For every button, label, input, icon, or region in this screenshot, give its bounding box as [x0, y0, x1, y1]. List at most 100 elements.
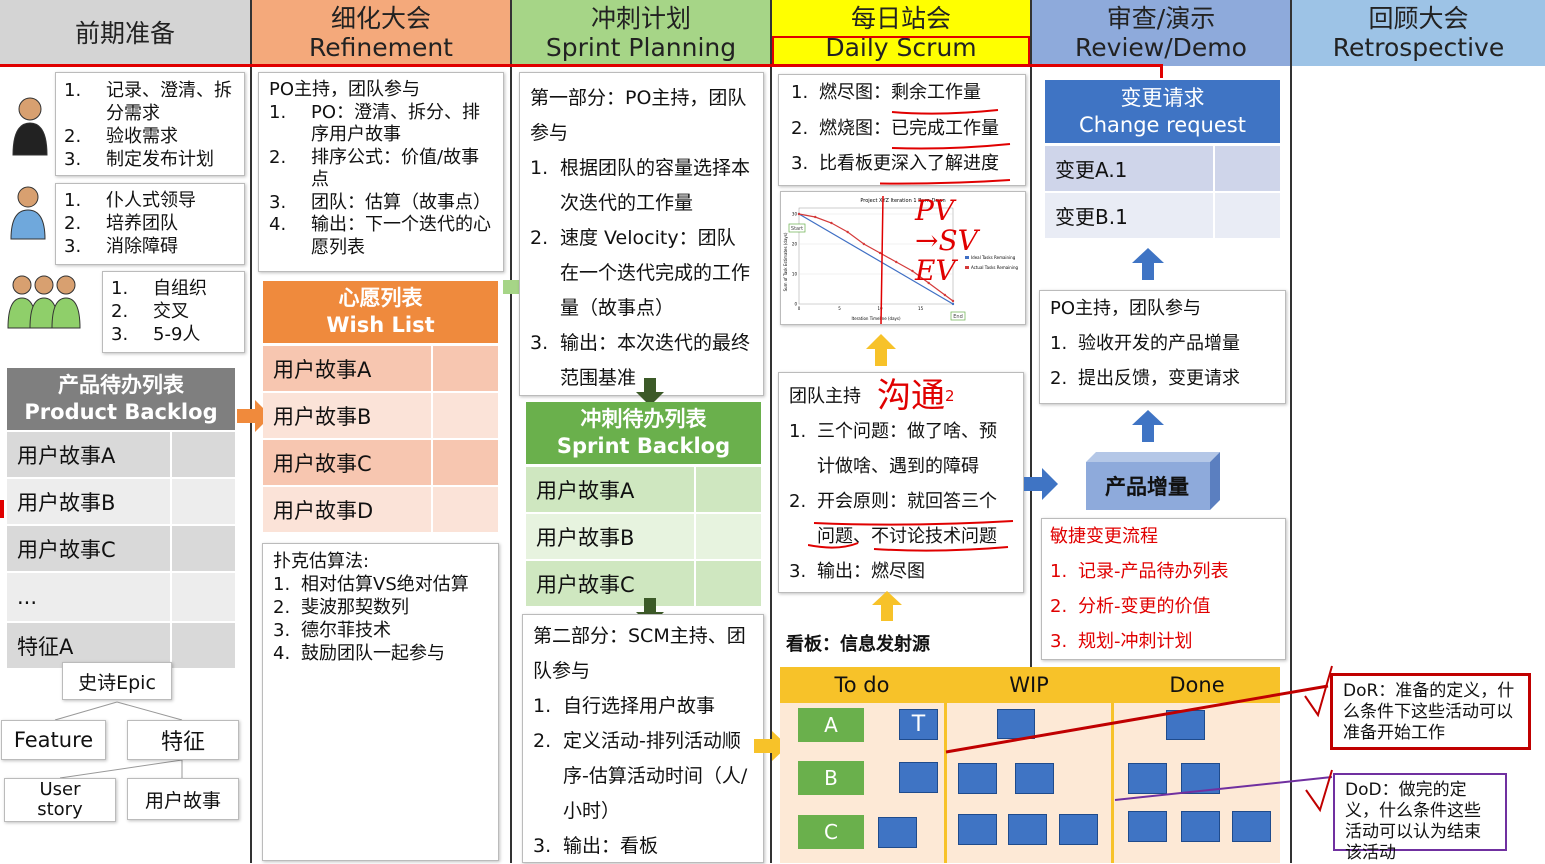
user-story-en-box: User story [4, 778, 116, 822]
list-item: 培养团队 [106, 213, 178, 234]
kanban-task [878, 817, 917, 848]
red-line [0, 64, 1162, 67]
arrow-up-icon [1132, 410, 1164, 442]
chart-xlabel: Iteration Timeline (days) [851, 316, 901, 321]
header-review: 审查/演示 Review/Demo [1032, 0, 1290, 66]
list-item: 鼓励团队一起参与 [301, 643, 445, 664]
header-zh: 细化大会 [330, 4, 431, 33]
kanban-card-a: A [798, 708, 864, 742]
team-roles-box: 1. 自组织 2. 交叉 3. 5-9人 [102, 271, 245, 353]
list-item: 相对估算VS绝对估算 [301, 574, 469, 595]
data-point [943, 293, 947, 297]
list-item: 排序公式：价值/故事点 [311, 146, 480, 191]
poker-box: 扑克估算法: 1. 相对估算VS绝对估算 2. 斐波那契数列 3. 德尔菲技术 4. 鼓… [262, 543, 499, 861]
red-mark [0, 500, 4, 518]
review-box: PO主持，团队参与 1. 验收开发的产品增量 2. 提出反馈，变更请求 [1039, 290, 1286, 404]
backlog-cell [172, 479, 235, 524]
handwritten-goutong: 沟通 [877, 376, 945, 416]
daily-scrum-red-frame [772, 36, 1030, 64]
x-tick-label: 10 [878, 306, 884, 311]
change-item: 变更A.1 [1045, 146, 1213, 191]
data-point [846, 230, 849, 234]
wish-list-title: 心愿列表 Wish List [263, 281, 498, 343]
change-request-title: 变更请求 Change request [1045, 80, 1280, 143]
epic-box: 史诗Epic [62, 662, 172, 700]
wish-item: 用户故事A [263, 346, 431, 391]
arrow-right-icon [1024, 468, 1058, 500]
data-point [951, 299, 955, 303]
kanban-col-todo: To do [780, 667, 944, 703]
list-item: 输出：看板 [563, 835, 659, 857]
sprint-item: 用户故事C [526, 561, 694, 606]
sprint-backlog-title: 冲刺待办列表 Sprint Backlog [526, 402, 761, 464]
sprint-cell [696, 514, 761, 559]
header-zh: 回顾大会 [1368, 4, 1469, 33]
header-en: Refinement [309, 33, 453, 62]
chart-ylabel: Sum of Task Estimates (days) [783, 232, 788, 291]
team-icon [7, 275, 81, 329]
wish-item: 用户故事D [263, 487, 431, 532]
wish-item: 用户故事B [263, 393, 431, 438]
list-item: 速度 Velocity：团队在一个迭代完成的工作量（故事点） [560, 227, 751, 319]
list-item: 验收需求 [106, 126, 178, 147]
arrow-up-icon [866, 334, 896, 366]
user-story-zh-box: 用户故事 [127, 778, 239, 820]
handwritten-pv-sv: PV →SV EV [915, 194, 978, 287]
sprint-cell [696, 467, 761, 512]
refinement-box: PO主持，团队参与 1. PO：澄清、拆分、排序用户故事 2. 排序公式：价值/故事… [258, 72, 504, 272]
legend-swatch [965, 266, 969, 269]
part1-head: 第一部分：PO主持，团队参与 [530, 87, 747, 144]
title-en: Wish List [326, 313, 435, 337]
backlog-cell [172, 526, 235, 571]
data-point [895, 260, 898, 264]
sprint-item: 用户故事A [526, 467, 694, 512]
list-item: 提出反馈，变更请求 [1078, 368, 1240, 389]
red-line [1160, 64, 1163, 78]
backlog-item: 用户故事C [7, 526, 170, 571]
column-divider [510, 0, 512, 863]
backlog-cell [172, 623, 235, 668]
change-item: 变更B.1 [1045, 193, 1213, 238]
list-item: 制定发布计划 [106, 149, 214, 170]
list-item: 自组织 [153, 278, 207, 299]
flow-head: 敏捷变更流程 [1050, 526, 1158, 547]
list-item: 输出：下一个迭代的心愿列表 [311, 214, 491, 258]
dor-box: DoR：准备的定义，什么条件下这些活动可以准备开始工作 [1330, 673, 1531, 750]
sprint-item: 用户故事B [526, 514, 694, 559]
list-item: 规划-冲刺计划 [1078, 631, 1193, 652]
sm-roles-box: 1. 仆人式领导 2. 培养团队 3. 消除障碍 [55, 183, 245, 265]
kanban-label: 看板：信息发射源 [786, 634, 930, 655]
list-item: 记录-产品待办列表 [1078, 561, 1229, 582]
data-point [814, 215, 817, 219]
data-point [830, 221, 833, 225]
wish-cell [433, 487, 498, 532]
handwriting-underline [808, 520, 1014, 552]
po-roles-box: 1. 记录、澄清、拆分需求 2. 验收需求 3. 制定发布计划 [55, 72, 245, 176]
kanban-card-c: C [798, 815, 864, 849]
x-tick-label: 5 [838, 306, 841, 311]
y-tick-label: 20 [792, 242, 798, 247]
dod-box: DoD：做完的定义，什么条件这些活动可以认为结束该活动 [1333, 773, 1507, 863]
part2-head: 第二部分：SCM主持、团队参与 [533, 625, 746, 682]
list-item: 输出：燃尽图 [817, 561, 925, 582]
header-prep: 前期准备 [0, 0, 250, 66]
list-item: 德尔菲技术 [301, 620, 391, 641]
header-zh: 每日站会 [850, 4, 951, 33]
header-zh: 前期准备 [74, 18, 175, 48]
change-cell [1215, 146, 1280, 191]
sprint-cell [696, 561, 761, 606]
list-item: 交叉 [153, 301, 189, 322]
backlog-item: ... [7, 573, 170, 621]
backlog-item: 用户故事B [7, 479, 170, 524]
list-item: 斐波那契数列 [301, 597, 409, 618]
list-item: 团队：估算（故事点） [311, 191, 491, 213]
refine-head: PO主持，团队参与 [269, 79, 421, 100]
x-tick-label: 15 [918, 306, 924, 311]
list-item: PO：澄清、拆分、排序用户故事 [311, 101, 481, 146]
title-en: Change request [1079, 112, 1246, 137]
meet-head: 团队主持 [789, 386, 861, 407]
product-increment-label: 产品增量 [1105, 475, 1189, 499]
data-point [878, 251, 882, 255]
x-tick-label: 0 [798, 306, 801, 311]
backlog-cell [172, 432, 235, 477]
